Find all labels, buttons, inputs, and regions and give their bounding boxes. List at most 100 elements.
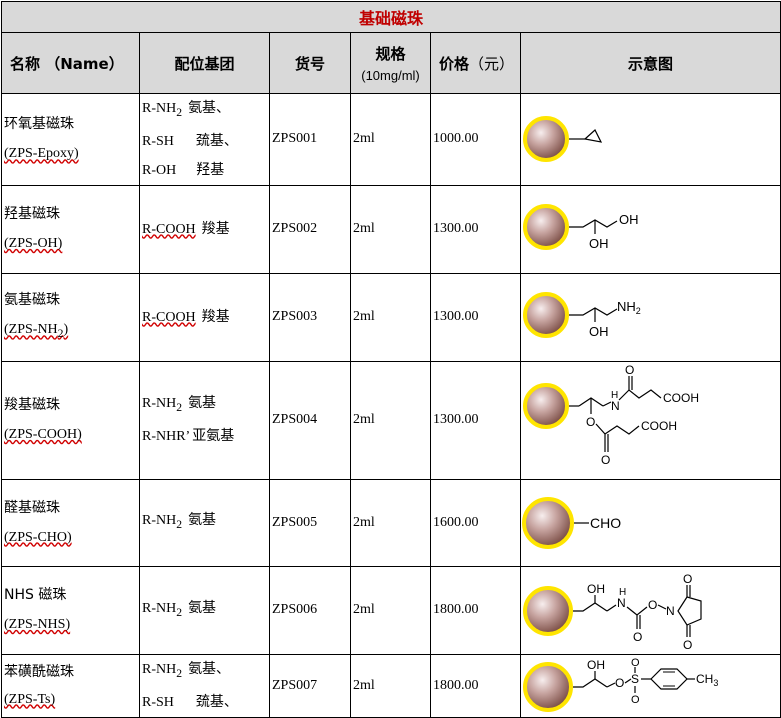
- amino-structure: NH2 OH: [523, 291, 641, 339]
- spec-value: 2ml: [350, 272, 431, 362]
- epoxy-structure: [523, 116, 603, 163]
- price-value: 1800.00: [430, 653, 521, 718]
- spec-value: 2ml: [350, 360, 431, 480]
- ligand-item: R-OH 羟基: [142, 161, 225, 178]
- svg-text:COOH: COOH: [641, 419, 677, 433]
- svg-text:S: S: [631, 672, 639, 686]
- spec-value: 2ml: [350, 478, 431, 567]
- ligand-cell: R-COOH 羧基: [139, 184, 270, 274]
- table-row: NHS 磁珠 (ZPS-NHS) R-NH2 氨基 ZPS006 2ml 1800…: [1, 565, 781, 655]
- header-price-unit: （元）: [469, 54, 515, 73]
- bead-icon: [523, 661, 573, 712]
- spec-value: 2ml: [350, 93, 431, 186]
- header-name: 名称 （Name）: [1, 32, 140, 94]
- spec-value: 2ml: [350, 565, 431, 655]
- spec-value: 2ml: [350, 653, 431, 718]
- name-cell: 苯磺酰磁珠 (ZPS-Ts): [1, 653, 140, 718]
- name-cell: 氨基磁珠 (ZPS-NH2): [1, 272, 140, 362]
- price-value: 1300.00: [430, 184, 521, 274]
- structure-diagram-ts: OH O S O O CH3: [519, 653, 781, 718]
- structure-diagram-oh: OH OH: [519, 184, 781, 274]
- epoxide-ring: [583, 129, 603, 144]
- ligand-cell: R-NH2 氨基、 R-SH 巯基、: [139, 653, 270, 718]
- name-cell: NHS 磁珠 (ZPS-NHS): [1, 565, 140, 655]
- structure-diagram-nhs: OH H N O O N O O: [519, 565, 781, 655]
- product-table: 基础磁珠 名称 （Name） 配位基团 货号 规格 (10mg/ml) 价格（元…: [0, 1, 781, 718]
- table-row: 醛基磁珠 (ZPS-CHO) R-NH2 氨基 ZPS005 2ml 1600.0…: [1, 478, 781, 567]
- svg-text:O: O: [683, 572, 692, 586]
- ligand-item: R-SH 巯基、: [142, 693, 238, 710]
- product-name: 苯磺酰磁珠: [4, 663, 74, 680]
- product-code: (ZPS-Ts): [4, 691, 56, 707]
- price-value: 1300.00: [430, 272, 521, 362]
- product-code: (ZPS-NHS): [4, 617, 71, 633]
- structure-diagram-cho: CHO: [519, 478, 781, 567]
- ligand-item: R-NH2 氨基: [142, 599, 217, 619]
- table-title: 基础磁珠: [0, 1, 781, 33]
- table-row: 氨基磁珠 (ZPS-NH2) R-COOH 羧基 ZPS003 2ml 1300.…: [1, 272, 781, 362]
- spec-value: 2ml: [350, 184, 431, 274]
- bead-icon: [523, 203, 569, 250]
- catalog-number: ZPS005: [269, 478, 351, 567]
- product-code: (ZPS-Epoxy): [4, 146, 79, 162]
- svg-text:O: O: [648, 598, 657, 612]
- name-cell: 环氧基磁珠 (ZPS-Epoxy): [1, 93, 140, 186]
- bead-icon: [523, 382, 569, 429]
- svg-text:O: O: [615, 676, 624, 690]
- catalog-number: ZPS007: [269, 653, 351, 718]
- structure-diagram-cooh: N H O COOH O O COOH: [519, 360, 781, 480]
- svg-text:OH: OH: [619, 212, 639, 227]
- table-row: 环氧基磁珠 (ZPS-Epoxy) R-NH2 氨基、 R-SH 巯基、 R-OH 羟…: [1, 93, 781, 186]
- catalog-number: ZPS004: [269, 360, 351, 480]
- product-name: 羧基磁珠: [4, 397, 60, 414]
- header-spec: 规格 (10mg/ml): [350, 32, 431, 94]
- structure-diagram-epoxy: [519, 93, 781, 186]
- structure-diagram-nh2: NH2 OH: [519, 272, 781, 362]
- price-value: 1000.00: [430, 93, 521, 186]
- svg-text:CH3: CH3: [696, 672, 718, 688]
- ligand-item: R-SH 巯基、: [142, 132, 238, 149]
- svg-text:COOH: COOH: [663, 391, 699, 405]
- svg-text:O: O: [601, 453, 610, 467]
- bead-icon: [523, 585, 573, 636]
- svg-text:N: N: [666, 604, 675, 618]
- header-price-label: 价格: [439, 54, 470, 73]
- nhs-structure: OH H N O O N O O: [523, 572, 702, 652]
- svg-text:O: O: [683, 638, 692, 652]
- product-name: 氨基磁珠: [4, 292, 60, 309]
- svg-text:CHO: CHO: [590, 515, 621, 531]
- svg-text:OH: OH: [589, 324, 609, 339]
- product-name: 醛基磁珠: [4, 499, 60, 516]
- ligand-cell: R-NH2 氨基 R-NHR’ 亚氨基: [139, 360, 270, 480]
- product-name: 羟基磁珠: [4, 206, 60, 223]
- carboxyl-structure: N H O COOH O O COOH: [523, 363, 699, 467]
- ligand-item: R-NH2 氨基、: [142, 100, 231, 119]
- price-value: 1800.00: [430, 565, 521, 655]
- svg-text:N: N: [617, 596, 626, 610]
- ligand-cell: R-NH2 氨基: [139, 478, 270, 567]
- product-code: (ZPS-NH2): [4, 322, 69, 341]
- table-row: 羟基磁珠 (ZPS-OH) R-COOH 羧基 ZPS002 2ml 1300.0…: [1, 184, 781, 274]
- price-value: 1300.00: [430, 360, 521, 480]
- product-code: (ZPS-OH): [4, 236, 63, 252]
- product-name: NHS 磁珠: [4, 587, 67, 604]
- svg-text:OH: OH: [587, 582, 605, 596]
- ligand-item: R-NH2 氨基、: [142, 660, 231, 680]
- bead-icon: [523, 116, 569, 163]
- svg-text:O: O: [625, 363, 634, 377]
- price-value: 1600.00: [430, 478, 521, 567]
- table-row: 羧基磁珠 (ZPS-COOH) R-NH2 氨基 R-NHR’ 亚氨基 ZPS004…: [1, 360, 781, 480]
- name-cell: 醛基磁珠 (ZPS-CHO): [1, 478, 140, 567]
- catalog-number: ZPS001: [269, 93, 351, 186]
- bead-icon: [522, 496, 574, 549]
- tosyl-structure: OH O S O O CH3: [523, 657, 718, 712]
- ligand-item: R-NH2 氨基: [142, 395, 217, 415]
- ligand-cell: R-COOH 羧基: [139, 272, 270, 362]
- catalog-number: ZPS003: [269, 272, 351, 362]
- header-spec-label: 规格: [375, 45, 406, 63]
- svg-text:N: N: [611, 399, 620, 413]
- catalog-number: ZPS006: [269, 565, 351, 655]
- catalog-number: ZPS002: [269, 184, 351, 274]
- svg-text:H: H: [611, 390, 618, 401]
- header-spec-unit: (10mg/ml): [361, 68, 420, 83]
